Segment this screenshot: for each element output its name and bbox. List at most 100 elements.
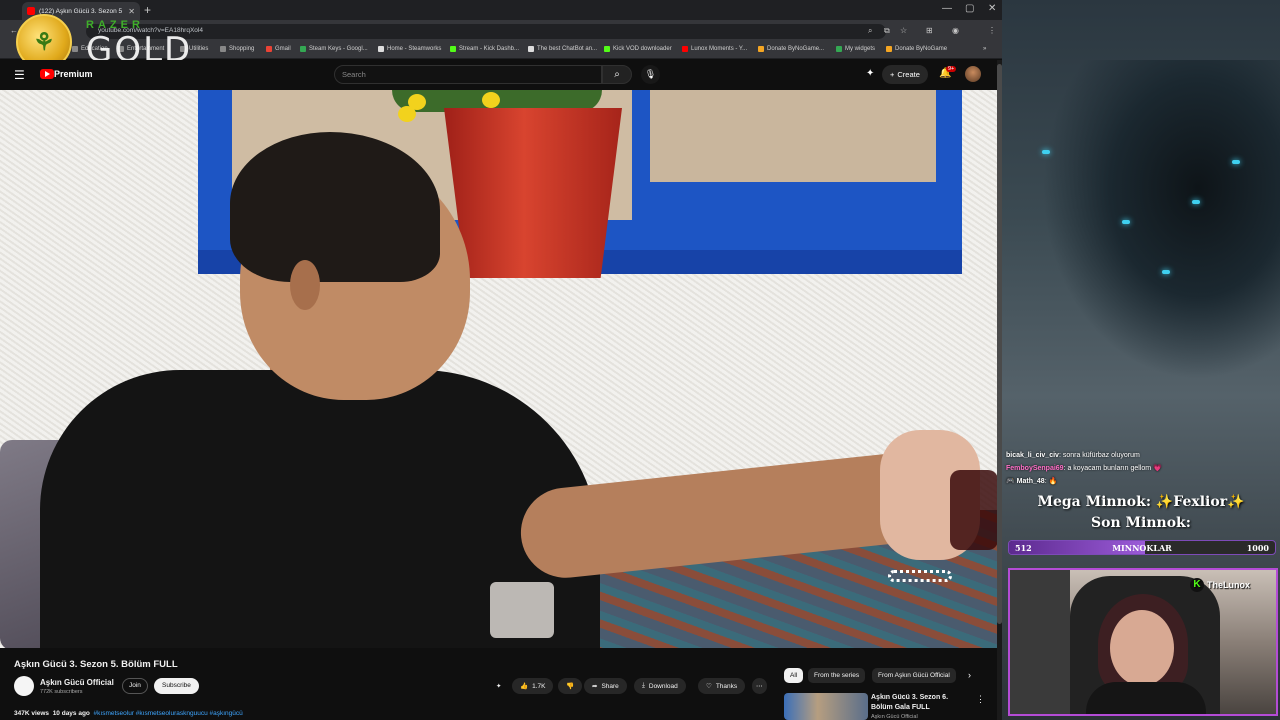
video-frame-window-glass [650,90,936,182]
new-tab-icon[interactable]: + [144,3,151,17]
join-button[interactable]: Join [122,678,148,694]
zoom-icon[interactable]: ⌕ [868,26,872,36]
bookmark-item[interactable]: Donate ByNoGame... [758,46,824,52]
create-label: Create [897,70,920,79]
kick-username: TheLunox [1207,580,1250,590]
bookmark-star-icon[interactable]: ☆ [900,26,907,35]
bookmark-item[interactable]: Kick VOD downloader [604,46,672,52]
mega-minnok-label: Mega Minnok: ✨Fexlior✨ [1037,494,1245,510]
dislike-button[interactable]: 👎 [558,678,583,694]
dragon-glow [1122,220,1130,224]
kick-handle: K TheLunox [1190,578,1250,592]
video-frame-wine-glass [950,470,997,550]
bookmark-item[interactable]: Gmail [266,46,291,52]
bookmark-label: My widgets [845,46,876,52]
bookmark-label: The best ChatBot an... [537,46,598,52]
download-label: Download [648,682,678,690]
like-button[interactable]: 👍 1.7K [512,678,554,694]
subscribe-button[interactable]: Subscribe [154,678,199,694]
youtube-header: ☰ Premium Search ⌕ 🎙 ✦ + Create 🔔 9+ [0,60,1002,90]
close-window-icon[interactable]: ✕ [988,3,996,14]
youtube-premium-label[interactable]: Premium [54,69,93,79]
notification-badge: 9+ [946,66,957,72]
bookmark-icon [682,46,688,52]
download-icon: ⤓ [642,682,645,689]
bookmark-label: Kick VOD downloader [613,46,672,52]
recommendation-title[interactable]: Aşkın Gücü 3. Sezon 6. Bölüm Gala FULL [871,693,971,713]
more-icon: ⋯ [756,683,763,690]
browser-menu-icon[interactable]: ⋮ [988,26,996,35]
search-input[interactable]: Search [334,65,602,84]
video-player[interactable] [0,90,997,648]
bookmark-item[interactable]: Steam Keys - Googl... [300,46,368,52]
share-button[interactable]: ➦ Share [584,678,627,694]
bookmark-label: Stream - Kick Dashb... [459,46,520,52]
bookmark-label: Donate ByNoGame [895,46,948,52]
hamburger-menu-icon[interactable]: ☰ [14,68,25,82]
search-button[interactable]: ⌕ [602,65,632,84]
recommendation-thumbnail[interactable] [784,693,868,720]
thanks-label: Thanks [715,682,738,690]
channel-subscribers: 772K subscribers [40,689,83,695]
thanks-button[interactable]: ♡ Thanks [698,678,746,694]
bookmark-icon [604,46,610,52]
goal-label: MINNOKLAR [1112,543,1172,553]
bookmark-item[interactable]: Shopping [220,46,254,52]
kick-logo-icon: K [1190,578,1204,592]
goal-target: 1000 [1246,543,1269,553]
bookmark-icon [72,46,78,52]
bookmark-label: Lunox Moments - Y... [691,46,748,52]
more-actions-button[interactable]: ⋯ [752,678,767,694]
bookmark-icon [266,46,272,52]
chip-from-channel[interactable]: From Aşkın Gücü Official [872,668,956,683]
channel-name[interactable]: Aşkın Gücü Official [40,678,114,687]
close-tab-icon[interactable]: ✕ [128,7,135,16]
bookmark-item[interactable]: Stream - Kick Dashb... [450,46,519,52]
chip-from-series[interactable]: From the series [808,668,866,683]
cast-connect-icon[interactable]: ✦ [866,68,874,79]
chat-text: : [1044,478,1047,485]
screen: (122) Aşkın Gücü 3. Sezon 5 ✕ + — ▢ ✕ ← … [0,0,1280,720]
microphone-icon: 🎙 [644,69,657,79]
address-bar[interactable]: youtube.com/watch?v=EA18hrqXol4 [86,24,886,39]
bookmark-item[interactable]: Home - Steamworks [378,46,441,52]
bookmark-label: Gmail [275,46,291,52]
thumbs-up-icon: 👍 [520,683,529,690]
chip-all[interactable]: All [784,668,804,683]
bookmark-item[interactable]: The best ChatBot an... [528,46,597,52]
search-icon: ⌕ [614,69,620,80]
channel-avatar[interactable] [14,676,34,696]
ask-ai-button[interactable]: ✦ [496,678,501,694]
bookmark-item[interactable]: Donate ByNoGame [886,46,947,52]
video-frame-lemon [398,106,416,122]
minimize-icon[interactable]: — [942,3,952,14]
maximize-icon[interactable]: ▢ [965,3,974,14]
video-title: Aşkın Gücü 3. Sezon 5. Bölüm FULL [14,659,178,670]
hashtags[interactable]: #kısmetseolur #kısmetseolurasknguucu #aş… [94,710,243,717]
download-button[interactable]: ⤓ Download [634,678,686,694]
chat-text: : a koyacam bunların gellom [1063,465,1152,472]
video-meta: 347K views 10 days ago #kısmetseolur #kı… [14,710,243,717]
recommendation-menu-icon[interactable]: ⋮ [976,694,985,705]
share-icon: ➦ [592,683,598,690]
bookmark-item[interactable]: My widgets [836,46,875,52]
cast-icon[interactable]: ⧉ [884,26,890,36]
voice-search-button[interactable]: 🎙 [641,65,660,84]
son-minnok-label: Son Minnok: [1091,515,1191,531]
chat-message: FemboySenpai69: a koyacam bunların gello… [1006,462,1280,475]
bookmarks-overflow-icon[interactable]: » [983,46,986,52]
extensions-icon[interactable]: ⊞ [926,26,933,35]
bookmark-item[interactable]: Lunox Moments - Y... [682,46,747,52]
dragon-artwork [1042,60,1280,380]
create-button[interactable]: + Create [882,65,928,84]
chevron-right-icon[interactable]: › [968,670,971,680]
badge-icon: 🎮 [1006,478,1015,485]
user-avatar[interactable] [965,66,981,82]
chat-message: bicak_li_civ_civ: sonra küfürbaz oluyoru… [1006,449,1280,462]
video-frame-flower-pot [444,108,622,278]
youtube-logo-icon[interactable] [40,69,54,79]
upload-age: 10 days ago [52,710,90,717]
video-frame-window-mullion [632,90,650,220]
profile-icon[interactable]: ◉ [952,26,959,35]
chat-username: Math_48 [1016,478,1045,485]
